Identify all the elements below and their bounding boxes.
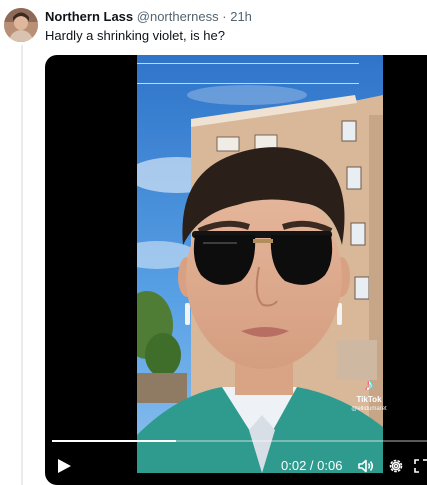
avatar-image [4, 8, 38, 42]
tweet-timestamp[interactable]: 21h [230, 9, 252, 24]
tiktok-note-icon: ♪ [365, 377, 373, 394]
header-separator: · [222, 9, 227, 24]
volume-icon [358, 459, 374, 473]
tiktok-watermark: ♪ TikTok @ellidumaret [347, 377, 391, 413]
gear-icon [389, 459, 403, 473]
progress-bar[interactable] [52, 440, 427, 442]
top-crop-line [137, 63, 359, 64]
thread-connector-line [21, 45, 23, 485]
author-avatar[interactable] [4, 8, 38, 42]
video-player[interactable]: ♪ TikTok @ellidumaret 0:02 / 0:06 [45, 55, 427, 485]
tweet-text: Hardly a shrinking violet, is he? [45, 28, 225, 43]
progress-fill [52, 440, 176, 442]
top-crop-line-2 [137, 83, 359, 84]
volume-button[interactable] [357, 457, 375, 475]
play-icon [58, 459, 71, 473]
play-button[interactable] [55, 457, 73, 475]
fullscreen-icon [414, 459, 427, 473]
settings-button[interactable] [387, 457, 405, 475]
time-readout: 0:02 / 0:06 [281, 458, 343, 473]
tiktok-username: @ellidumaret [351, 406, 387, 412]
author-handle[interactable]: @northerness [137, 9, 219, 24]
tiktok-brand-text: TikTok [356, 395, 382, 404]
tweet-header: Northern Lass @northerness · 21h [45, 9, 252, 25]
fullscreen-button[interactable] [413, 457, 427, 475]
author-name[interactable]: Northern Lass [45, 9, 133, 24]
